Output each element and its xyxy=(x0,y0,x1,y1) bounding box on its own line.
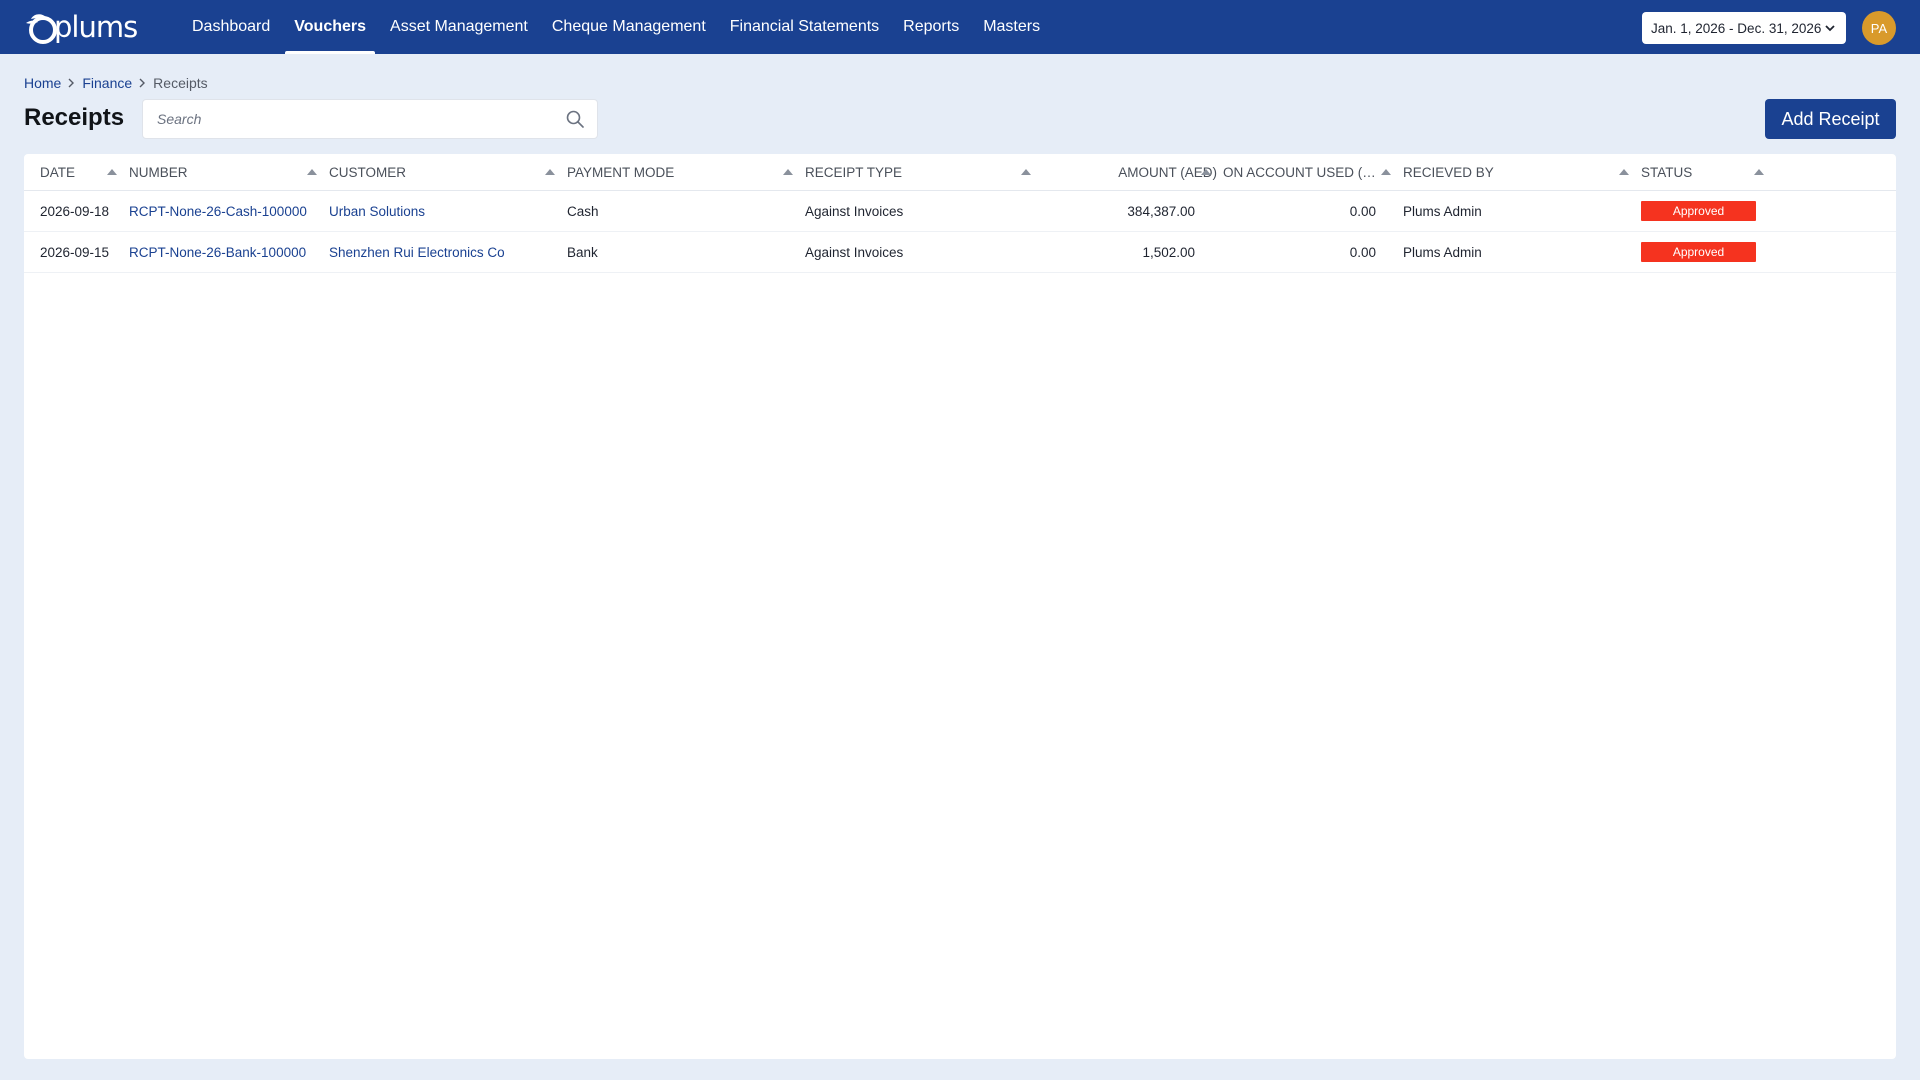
sort-asc-icon[interactable] xyxy=(783,169,793,175)
nav-asset-management[interactable]: Asset Management xyxy=(378,0,540,54)
nav-reports[interactable]: Reports xyxy=(891,0,971,54)
plums-logo-icon xyxy=(26,14,57,44)
column-header-customer[interactable]: CUSTOMER xyxy=(329,154,489,191)
search-box xyxy=(142,99,598,139)
cell-payment-mode: Bank xyxy=(567,244,598,260)
column-header-label: ON ACCOUNT USED (A... xyxy=(1223,165,1379,180)
chevron-right-icon xyxy=(138,78,147,88)
breadcrumb-home[interactable]: Home xyxy=(24,75,61,91)
column-header-label: STATUS xyxy=(1641,165,1693,180)
sort-asc-icon[interactable] xyxy=(1754,169,1764,175)
user-avatar[interactable]: PA xyxy=(1862,11,1896,45)
sort-asc-icon[interactable] xyxy=(307,169,317,175)
cell-received-by: Plums Admin xyxy=(1403,244,1482,260)
cell-date: 2026-09-15 xyxy=(40,244,110,260)
logo-text: plums xyxy=(54,9,138,44)
status-cell: Approved xyxy=(1641,232,1756,272)
column-header-label: RECIEVED BY xyxy=(1403,165,1494,180)
cell-payment-mode: Cash xyxy=(567,203,599,219)
status-badge: Approved xyxy=(1641,242,1756,262)
receipts-table: DATE NUMBER CUSTOMER PAYMENT MODE RECEIP… xyxy=(24,154,1896,1059)
table-header: DATE NUMBER CUSTOMER PAYMENT MODE RECEIP… xyxy=(24,154,1896,191)
sort-asc-icon[interactable] xyxy=(1201,169,1211,175)
page-title: Receipts xyxy=(24,104,125,131)
cell-number-link[interactable]: RCPT-None-26-Bank-100000 xyxy=(129,232,306,272)
app-logo[interactable]: plums xyxy=(24,8,138,46)
table-row[interactable]: 2026-09-18 RCPT-None-26-Cash-100000 Urba… xyxy=(24,191,1896,232)
nav-masters[interactable]: Masters xyxy=(971,0,1052,54)
column-header-label: CUSTOMER xyxy=(329,165,407,180)
cell-on-account-used: 0.00 xyxy=(1349,203,1376,219)
cell-customer-link[interactable]: Urban Solutions xyxy=(329,191,425,231)
sort-asc-icon[interactable] xyxy=(1021,169,1031,175)
column-header-label: NUMBER xyxy=(129,165,188,180)
column-header-number[interactable]: NUMBER xyxy=(129,154,269,191)
top-navigation-bar: plums Dashboard Vouchers Asset Managemen… xyxy=(0,0,1920,54)
column-header-amount[interactable]: AMOUNT (AED) xyxy=(1043,154,1217,191)
add-receipt-button[interactable]: Add Receipt xyxy=(1765,99,1896,139)
table-row[interactable]: 2026-09-15 RCPT-None-26-Bank-100000 Shen… xyxy=(24,232,1896,273)
column-header-received-by[interactable]: RECIEVED BY xyxy=(1403,154,1583,191)
breadcrumb: Home Finance Receipts xyxy=(24,75,208,91)
cell-receipt-type: Against Invoices xyxy=(805,244,904,260)
column-header-on-account-used[interactable]: ON ACCOUNT USED (A... xyxy=(1223,154,1379,191)
status-cell: Approved xyxy=(1641,191,1756,231)
column-header-label: RECEIPT TYPE xyxy=(805,165,903,180)
chevron-right-icon xyxy=(67,78,76,88)
sort-asc-icon[interactable] xyxy=(545,169,555,175)
cell-receipt-type: Against Invoices xyxy=(805,203,904,219)
sort-asc-icon[interactable] xyxy=(107,169,117,175)
nav-dashboard[interactable]: Dashboard xyxy=(180,0,282,54)
search-input[interactable] xyxy=(155,110,565,128)
sort-asc-icon[interactable] xyxy=(1381,169,1391,175)
cell-amount: 384,387.00 xyxy=(1127,203,1195,219)
main-nav: Dashboard Vouchers Asset Management Cheq… xyxy=(180,0,1052,54)
sort-asc-icon[interactable] xyxy=(1619,169,1629,175)
cell-customer-link[interactable]: Shenzhen Rui Electronics Co xyxy=(329,232,505,272)
column-header-date[interactable]: DATE xyxy=(40,154,110,191)
column-header-label: PAYMENT MODE xyxy=(567,165,675,180)
cell-date: 2026-09-18 xyxy=(40,203,110,219)
nav-vouchers[interactable]: Vouchers xyxy=(282,0,378,54)
search-icon[interactable] xyxy=(565,109,585,129)
column-header-status[interactable]: STATUS xyxy=(1641,154,1741,191)
status-badge: Approved xyxy=(1641,201,1756,221)
cell-received-by: Plums Admin xyxy=(1403,203,1482,219)
date-range-value: Jan. 1, 2026 - Dec. 31, 2026 xyxy=(1651,20,1822,36)
nav-cheque-management[interactable]: Cheque Management xyxy=(540,0,718,54)
breadcrumb-finance[interactable]: Finance xyxy=(82,75,132,91)
cell-number-link[interactable]: RCPT-None-26-Cash-100000 xyxy=(129,191,307,231)
chevron-down-icon xyxy=(1824,22,1836,34)
cell-on-account-used: 0.00 xyxy=(1349,244,1376,260)
column-header-payment-mode[interactable]: PAYMENT MODE xyxy=(567,154,747,191)
cell-amount: 1,502.00 xyxy=(1142,244,1195,260)
nav-financial-statements[interactable]: Financial Statements xyxy=(718,0,891,54)
column-header-label: DATE xyxy=(40,165,76,180)
date-range-selector[interactable]: Jan. 1, 2026 - Dec. 31, 2026 xyxy=(1642,12,1846,44)
column-header-receipt-type[interactable]: RECEIPT TYPE xyxy=(805,154,985,191)
breadcrumb-current: Receipts xyxy=(153,75,208,91)
